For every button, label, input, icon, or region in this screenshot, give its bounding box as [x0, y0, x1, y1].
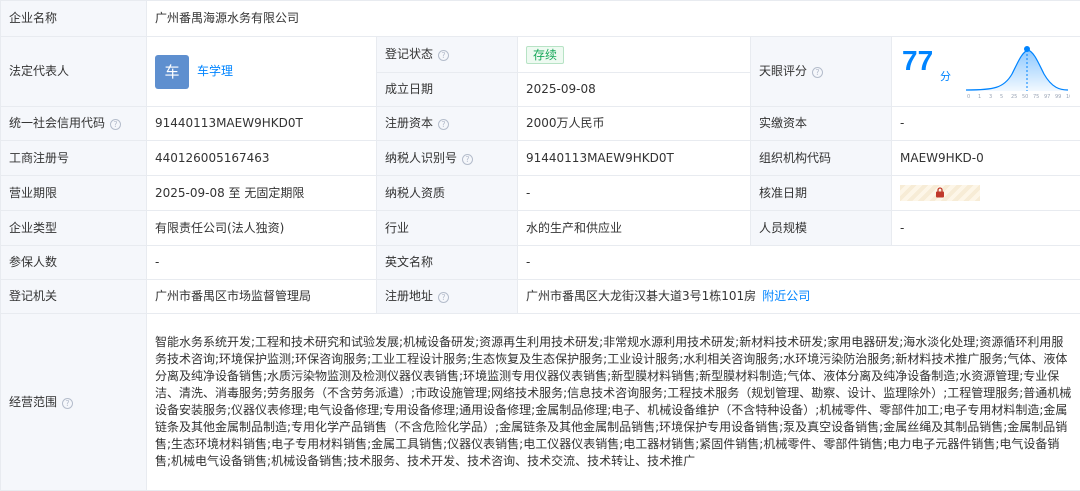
value-biz-term: 2025-09-08 至 无固定期限 [146, 175, 377, 211]
value-staff-size: - [891, 210, 1080, 246]
value-reg-capital: 2000万人民币 [517, 106, 751, 141]
value-insured: - [146, 245, 377, 280]
score-distribution-chart: 0 1 3 5 25 50 75 97 99 100 [965, 45, 1070, 100]
question-circle-icon[interactable]: ? [438, 50, 450, 61]
status-badge: 存续 [526, 45, 565, 64]
score-axis-ticks: 0 1 3 5 25 50 75 97 99 100 [967, 94, 1070, 100]
label-reg-capital: 注册资本? [376, 106, 518, 141]
lock-icon [936, 187, 944, 198]
value-reg-authority: 广州市番禺区市场监督管理局 [146, 279, 377, 314]
label-legal-rep: 法定代表人 [0, 36, 147, 107]
label-tianyan-score: 天眼评分? [750, 36, 892, 107]
score-tick-label: 1 [978, 94, 981, 100]
value-taxpayer-qual: - [517, 175, 751, 211]
value-biz-scope: 智能水务系统开发;工程和技术研究和试验发展;机械设备研发;资源再生利用技术研发;… [146, 313, 1080, 491]
score-tick-label: 99 [1055, 94, 1061, 100]
value-company-name: 广州番禺海源水务有限公司 [146, 0, 1080, 37]
label-company-type: 企业类型 [0, 210, 147, 246]
value-taxpayer-id: 91440113MAEW9HKD0T [517, 140, 751, 176]
label-biz-scope: 经营范围? [0, 313, 147, 491]
score-tick-label: 100 [1066, 94, 1070, 100]
legal-rep-link[interactable]: 车学理 [197, 64, 233, 78]
score-tick-label: 25 [1011, 94, 1017, 100]
label-reg-address: 注册地址? [376, 279, 518, 314]
tianyan-score-cell[interactable]: 77 分 0 1 3 5 25 50 75 97 99 100 [891, 36, 1080, 107]
score-tick-label: 75 [1033, 94, 1039, 100]
question-circle-icon[interactable]: ? [110, 119, 122, 130]
label-biz-reg-no: 工商注册号 [0, 140, 147, 176]
company-info-table: 企业名称 广州番禺海源水务有限公司 法定代表人 车车学理 登记状态? 存续 天眼… [0, 0, 1080, 491]
question-circle-icon[interactable]: ? [438, 292, 450, 303]
question-circle-icon[interactable]: ? [62, 397, 74, 409]
value-english-name: - [517, 245, 1080, 280]
avatar[interactable]: 车 [155, 54, 189, 89]
label-org-code: 组织机构代码 [750, 140, 892, 176]
legal-rep-cell: 车车学理 [146, 36, 377, 107]
value-credit-code: 91440113MAEW9HKD0T [146, 106, 377, 141]
question-circle-icon[interactable]: ? [462, 153, 474, 165]
label-industry: 行业 [376, 210, 518, 246]
locked-value[interactable] [900, 185, 980, 201]
label-biz-term: 营业期限 [0, 175, 147, 211]
label-english-name: 英文名称 [376, 245, 518, 280]
value-reg-status: 存续 [517, 36, 751, 73]
value-reg-address: 广州市番禺区大龙街汉碁大道3号1栋101房 附近公司 [517, 279, 1080, 314]
label-est-date: 成立日期 [376, 72, 518, 107]
label-reg-authority: 登记机关 [0, 279, 147, 314]
question-circle-icon[interactable]: ? [812, 67, 824, 78]
score-marker-dot [1024, 45, 1030, 52]
label-credit-code: 统一社会信用代码? [0, 106, 147, 141]
label-taxpayer-id: 纳税人识别号? [376, 140, 518, 176]
label-staff-size: 人员规模 [750, 210, 892, 246]
value-paid-capital: - [891, 106, 1080, 141]
value-approval-date [891, 175, 1080, 211]
score-tick-label: 5 [1000, 94, 1003, 100]
label-insured: 参保人数 [0, 245, 147, 280]
value-org-code: MAEW9HKD-0 [891, 140, 1080, 176]
question-circle-icon[interactable]: ? [438, 119, 450, 130]
value-est-date: 2025-09-08 [517, 72, 751, 107]
score-tick-label: 97 [1044, 94, 1050, 100]
label-company-name: 企业名称 [0, 0, 147, 37]
nearby-companies-link[interactable]: 附近公司 [762, 289, 810, 303]
score-unit: 分 [940, 69, 951, 83]
score-tick-label: 50 [1022, 94, 1028, 100]
value-company-type: 有限责任公司(法人独资) [146, 210, 377, 246]
value-industry: 水的生产和供应业 [517, 210, 751, 246]
score-tick-label: 0 [967, 94, 970, 100]
label-approval-date: 核准日期 [750, 175, 892, 211]
label-taxpayer-qual: 纳税人资质 [376, 175, 518, 211]
score-tick-label: 3 [989, 94, 992, 100]
label-paid-capital: 实缴资本 [750, 106, 892, 141]
label-reg-status: 登记状态? [376, 36, 518, 73]
score-value: 77 [902, 44, 934, 76]
value-biz-reg-no: 440126005167463 [146, 140, 377, 176]
